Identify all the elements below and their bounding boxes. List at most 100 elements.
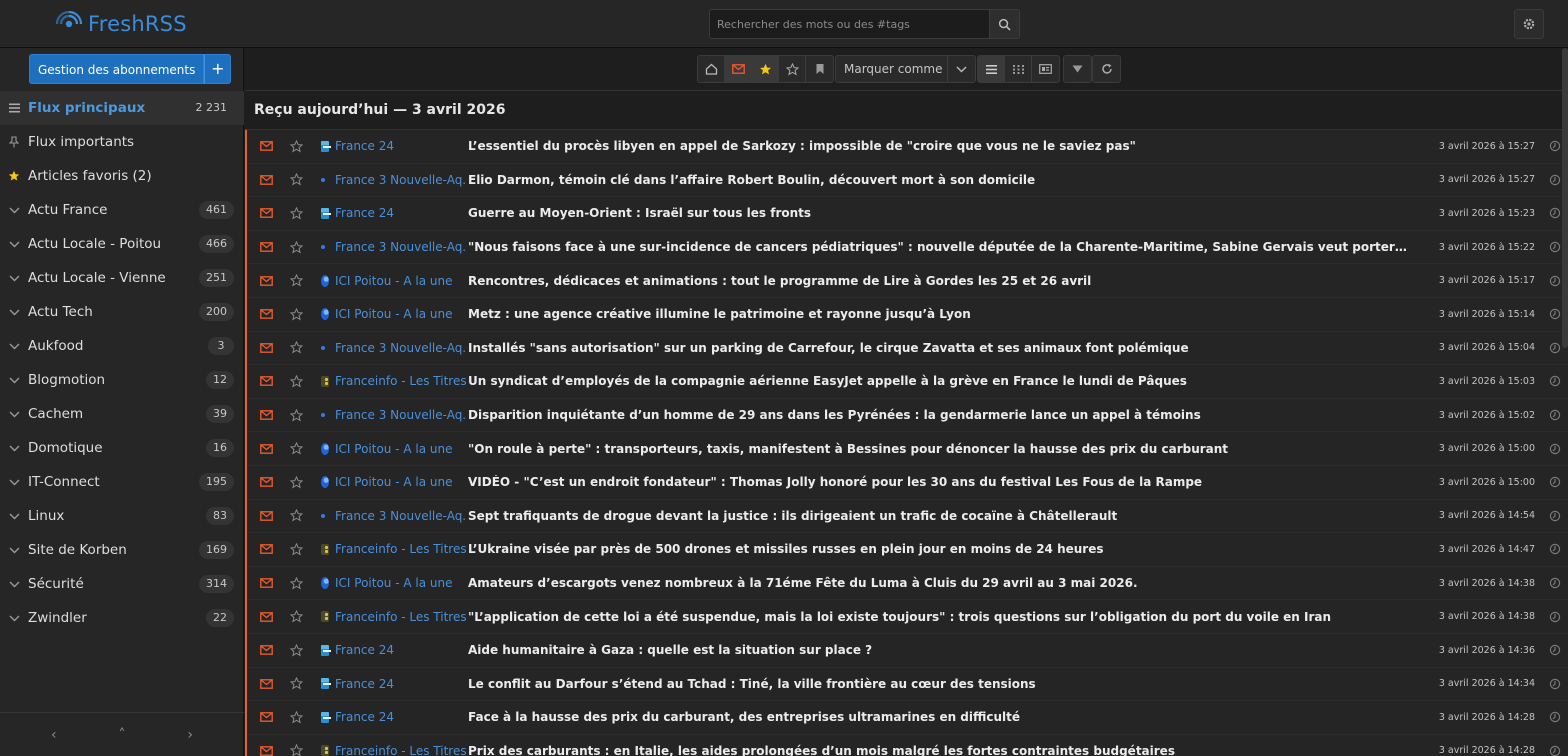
feed-name[interactable]: ICI Poitou - A la une [329, 576, 467, 590]
article-title[interactable]: VIDÉO - "C’est un endroit fondateur" : T… [467, 475, 1407, 489]
favorite-star-icon[interactable] [283, 173, 309, 186]
mark-read-toggle[interactable] [247, 611, 283, 622]
search-button[interactable] [989, 10, 1019, 38]
article-row[interactable]: France 3 Nouvelle-Aq... Installés "sans a… [247, 331, 1568, 366]
article-row[interactable]: France 3 Nouvelle-Aq... Elio Darmon, témo… [247, 163, 1568, 198]
sidebar-item[interactable]: Aukfood 3 [0, 329, 244, 363]
external-link-icon[interactable] [1548, 374, 1562, 388]
external-link-icon[interactable] [1548, 475, 1562, 489]
article-title[interactable]: Prix des carburants : en Italie, les aid… [467, 744, 1407, 756]
filter-not-favorites-button[interactable] [779, 56, 806, 82]
app-logo[interactable]: FreshRSS [56, 9, 187, 39]
mark-read-toggle[interactable] [247, 578, 283, 588]
mark-read-toggle[interactable] [247, 376, 283, 387]
article-title[interactable]: Amateurs d’escargots venez nombreux à la… [467, 576, 1407, 590]
sidebar-item[interactable]: Domotique 16 [0, 431, 244, 465]
mark-read-toggle[interactable] [247, 746, 283, 756]
sidebar-item[interactable]: Site de Korben 169 [0, 533, 244, 567]
article-row[interactable]: France 3 Nouvelle-Aq... Sept trafiquants … [247, 499, 1568, 534]
external-link-icon[interactable] [1548, 240, 1562, 254]
article-row[interactable]: Franceinfo - Les Titres Un syndicat d’emp… [247, 365, 1568, 399]
article-title[interactable]: Installés "sans autorisation" sur un par… [467, 341, 1407, 355]
external-link-icon[interactable] [1548, 710, 1562, 724]
favorite-star-icon[interactable] [283, 710, 309, 724]
feed-name[interactable]: France 24 [329, 139, 467, 153]
article-title[interactable]: Rencontres, dédicaces et animations : to… [467, 274, 1407, 288]
mark-read-toggle[interactable] [247, 242, 283, 252]
article-row[interactable]: Franceinfo - Les Titres L’Ukraine visée p… [247, 533, 1568, 567]
article-title[interactable]: Face à la hausse des prix du carburant, … [467, 710, 1407, 724]
favorite-star-icon[interactable] [283, 307, 309, 321]
mark-read-toggle[interactable] [247, 208, 283, 219]
mark-read-toggle[interactable] [247, 309, 283, 320]
chevron-down-icon[interactable] [0, 241, 28, 248]
favorite-star-icon[interactable] [283, 576, 309, 590]
chevron-down-icon[interactable] [0, 411, 28, 418]
mark-read-toggle[interactable] [247, 443, 283, 454]
feed-name[interactable]: France 3 Nouvelle-Aq... [329, 341, 467, 355]
feed-name[interactable]: France 24 [329, 710, 467, 724]
chevron-down-icon[interactable] [0, 207, 28, 214]
chevron-down-icon[interactable] [0, 615, 28, 622]
chevron-up-icon[interactable]: ˄ [118, 727, 125, 743]
external-link-icon[interactable] [1548, 274, 1562, 288]
article-title[interactable]: "Nous faisons face à une sur-incidence d… [467, 240, 1407, 254]
sidebar-item[interactable]: Actu France 461 [0, 193, 244, 227]
feed-name[interactable]: France 3 Nouvelle-Aq... [329, 408, 467, 422]
sidebar-item[interactable]: Actu Tech 200 [0, 295, 244, 329]
favorite-star-icon[interactable] [283, 442, 309, 455]
feed-name[interactable]: France 24 [329, 643, 467, 657]
article-row[interactable]: ICI Poitou - A la une "On roule à perte" … [247, 432, 1568, 466]
article-title[interactable]: Disparition inquiétante d’un homme de 29… [467, 408, 1407, 422]
feed-name[interactable]: France 24 [329, 206, 467, 220]
external-link-icon[interactable] [1548, 139, 1562, 153]
chevron-down-icon[interactable] [0, 513, 28, 520]
favorite-star-icon[interactable] [283, 206, 309, 220]
chevron-down-icon[interactable] [0, 275, 28, 282]
external-link-icon[interactable] [1548, 307, 1562, 321]
article-row[interactable]: France 24 Guerre au Moyen-Orient : Israël… [247, 197, 1568, 231]
article-row[interactable]: ICI Poitou - A la une VIDÉO - "C’est un e… [247, 465, 1568, 500]
favorite-star-icon[interactable] [283, 542, 309, 556]
mark-read-toggle[interactable] [247, 678, 283, 689]
external-link-icon[interactable] [1548, 576, 1562, 590]
sidebar-item[interactable]: Articles favoris (2) [0, 159, 244, 193]
reader-view-button[interactable] [1032, 56, 1059, 82]
manage-subscriptions-button[interactable]: Gestion des abonnements [29, 54, 205, 84]
filter-unread-button[interactable] [725, 56, 752, 82]
sidebar-item[interactable]: Actu Locale - Vienne 251 [0, 261, 244, 295]
favorite-star-icon[interactable] [283, 744, 309, 756]
normal-view-button[interactable] [978, 56, 1005, 82]
sidebar-item[interactable]: IT-Connect 195 [0, 465, 244, 499]
sidebar-item[interactable]: Actu Locale - Poitou 466 [0, 227, 244, 261]
article-row[interactable]: France 24 L’essentiel du procès libyen en… [247, 130, 1568, 164]
sidebar-item[interactable]: Flux importants [0, 125, 244, 159]
feed-name[interactable]: ICI Poitou - A la une [329, 307, 467, 321]
feed-name[interactable]: France 24 [329, 677, 467, 691]
external-link-icon[interactable] [1548, 206, 1562, 220]
filter-favorites-button[interactable] [752, 56, 779, 82]
favorite-star-icon[interactable] [283, 475, 309, 489]
favorite-star-icon[interactable] [283, 139, 309, 153]
refresh-button[interactable] [1093, 56, 1120, 82]
favorite-star-icon[interactable] [283, 610, 309, 623]
favorite-star-icon[interactable] [283, 341, 309, 354]
filter-all-button[interactable] [698, 56, 725, 82]
article-title[interactable]: Un syndicat d’employés de la compagnie a… [467, 374, 1407, 388]
article-row[interactable]: France 24 Aide humanitaire à Gaza : quell… [247, 633, 1568, 668]
article-title[interactable]: "L’application de cette loi a été suspen… [467, 610, 1407, 624]
favorite-star-icon[interactable] [283, 240, 309, 254]
chevron-down-icon[interactable] [0, 479, 28, 486]
feed-name[interactable]: France 3 Nouvelle-Aq... [329, 509, 467, 523]
external-link-icon[interactable] [1548, 677, 1562, 691]
article-title[interactable]: Sept trafiquants de drogue devant la jus… [467, 509, 1407, 523]
settings-button[interactable] [1514, 9, 1544, 39]
article-row[interactable]: ICI Poitou - A la une Rencontres, dédicac… [247, 264, 1568, 298]
chevron-down-icon[interactable] [0, 445, 28, 452]
feed-name[interactable]: Franceinfo - Les Titres [329, 610, 467, 624]
grid-view-button[interactable] [1005, 56, 1032, 82]
article-row[interactable]: France 24 Le conflit au Darfour s’étend a… [247, 667, 1568, 702]
feed-name[interactable]: France 3 Nouvelle-Aq... [329, 240, 467, 254]
sort-order-button[interactable] [1064, 56, 1091, 82]
favorite-star-icon[interactable] [283, 408, 309, 422]
